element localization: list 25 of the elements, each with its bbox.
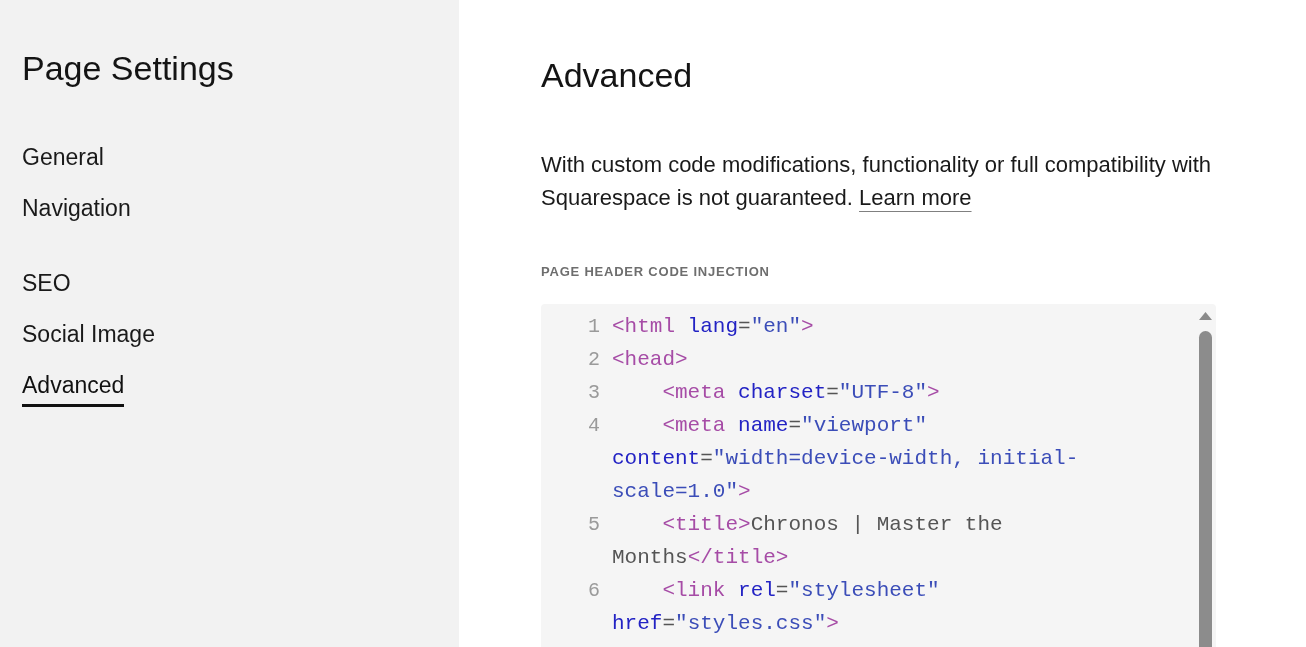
page-heading: Advanced xyxy=(541,55,693,95)
code-line: <title>Chronos | Master the Months</title> xyxy=(612,512,1003,571)
line-number: 5 xyxy=(587,512,600,538)
line-number: 6 xyxy=(587,578,600,604)
scroll-up-icon[interactable] xyxy=(1199,312,1212,320)
line-number: 3 xyxy=(587,380,600,406)
sidebar-nav-item[interactable]: SEO xyxy=(22,269,71,305)
scrollbar-thumb[interactable] xyxy=(1199,331,1212,647)
code-line: <meta charset="UTF-8"> xyxy=(661,380,940,406)
code-editor[interactable] xyxy=(541,304,1216,647)
notice-text: With custom code modifications, functionality or full compatibility with Squarespace is not guaranteed. Learn more xyxy=(541,151,1213,212)
sidebar-nav-item[interactable]: Navigation xyxy=(22,194,131,230)
code-line: <link rel="stylesheet" href="styles.css"> xyxy=(612,578,940,637)
code-line: <head> xyxy=(612,347,688,373)
line-number: 4 xyxy=(587,413,600,439)
sidebar-nav-item[interactable]: Advanced xyxy=(22,371,125,407)
learn-more-link[interactable]: Learn more xyxy=(859,185,972,210)
code-line: <meta name="viewport" content="width=device-width, initial- scale=1.0"> xyxy=(612,413,1079,505)
sidebar-title: Page Settings xyxy=(22,48,234,88)
line-number: 2 xyxy=(587,347,600,373)
section-label: PAGE HEADER CODE INJECTION xyxy=(541,264,770,280)
code-line: <html lang="en"> xyxy=(612,314,814,340)
sidebar-nav-item[interactable]: Social Image xyxy=(22,320,155,356)
sidebar-nav-item[interactable]: General xyxy=(22,143,104,179)
line-number: 1 xyxy=(587,314,600,340)
